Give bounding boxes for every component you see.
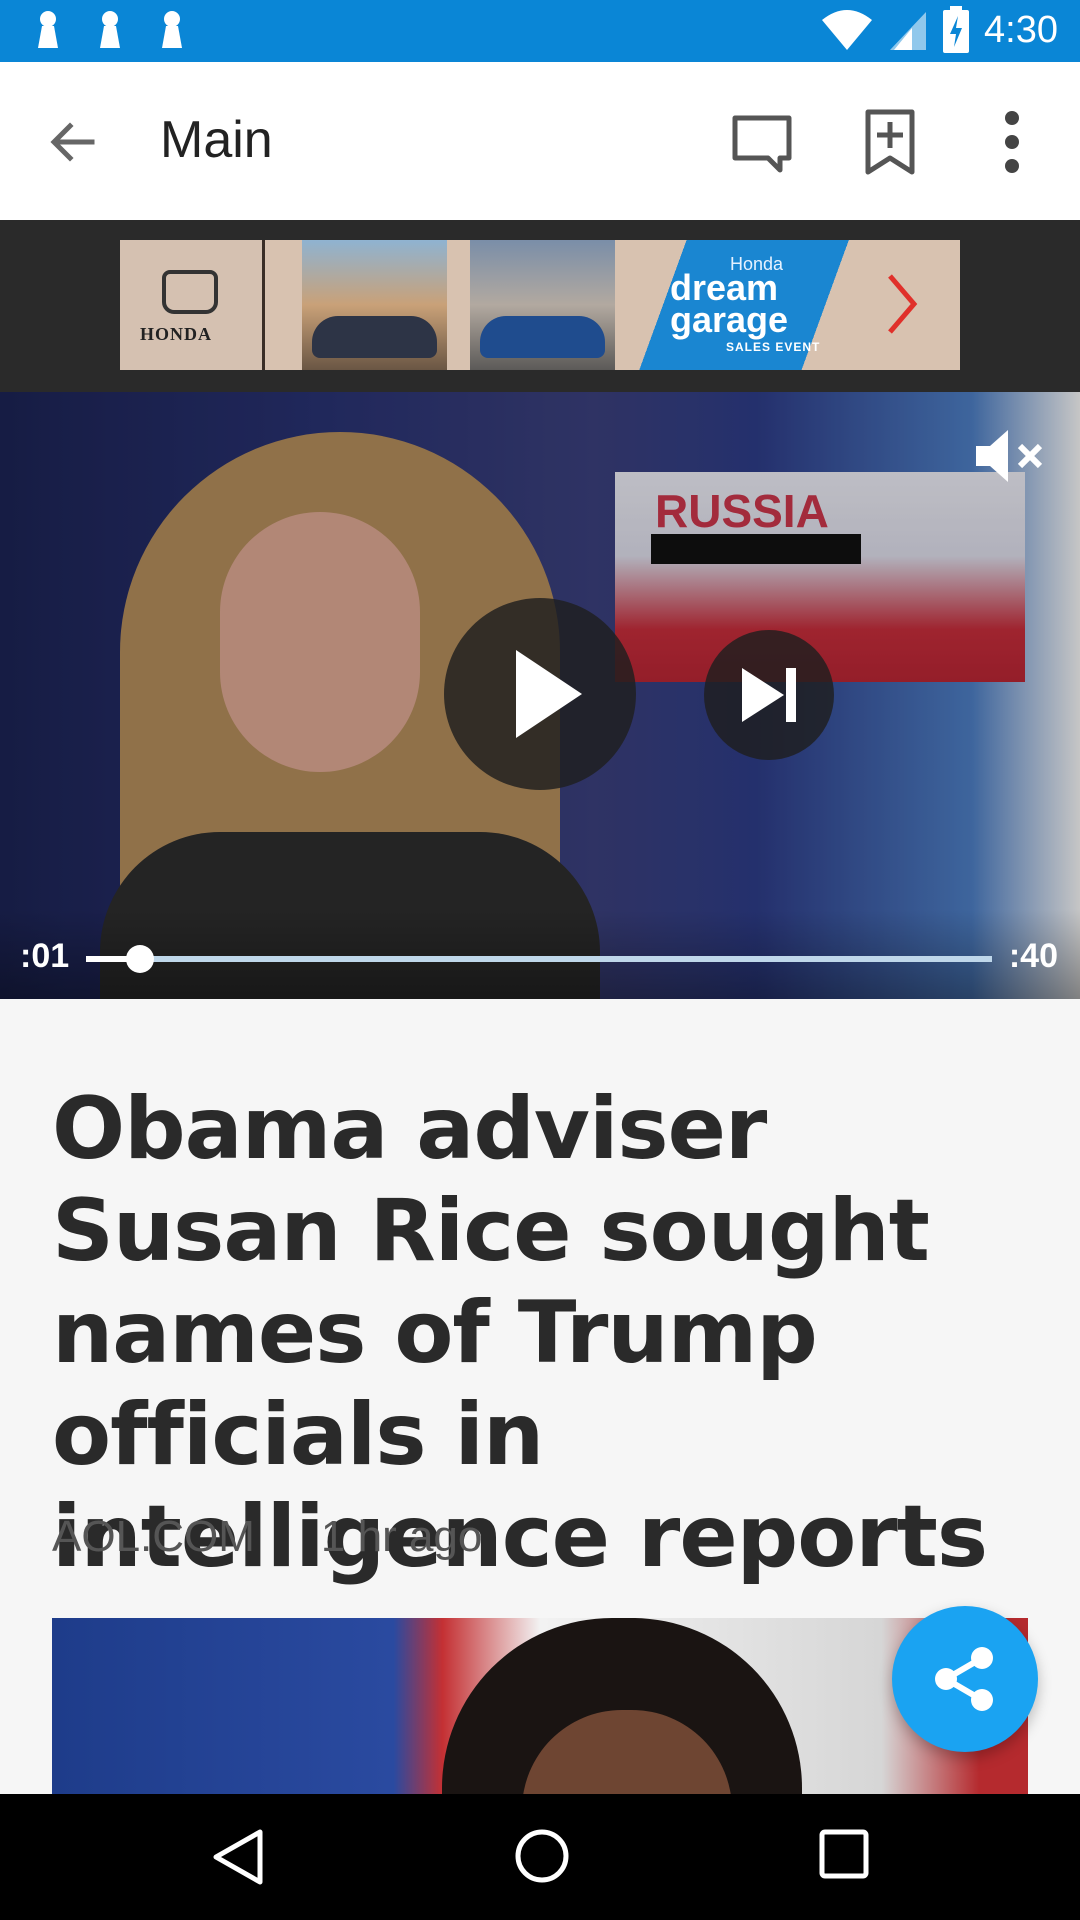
video-controls-gradient bbox=[0, 909, 1080, 999]
wifi-icon bbox=[822, 10, 873, 50]
ad-car-image bbox=[302, 240, 447, 370]
notification-icons bbox=[30, 10, 190, 52]
ad-headline-line: garage bbox=[670, 299, 789, 340]
honda-logo: HONDA bbox=[120, 240, 265, 370]
article-source[interactable]: AOL.COM bbox=[52, 1512, 255, 1562]
video-time-total: :40 bbox=[1008, 937, 1058, 975]
ad-event: SALES EVENT bbox=[726, 340, 821, 354]
skip-next-icon-bar bbox=[786, 668, 796, 722]
battery-charging-icon bbox=[943, 6, 970, 53]
comment-icon[interactable] bbox=[730, 112, 794, 176]
ad-banner[interactable]: HONDA Honda dream garage SALES EVENT bbox=[120, 240, 960, 370]
ad-dream-garage: Honda dream garage SALES EVENT bbox=[630, 240, 960, 370]
app-bar: Main bbox=[0, 62, 1080, 220]
article-time: 1 hr ago bbox=[320, 1512, 483, 1561]
video-time-current: :01 bbox=[20, 937, 70, 975]
nav-recents-icon[interactable] bbox=[818, 1828, 870, 1880]
video-seek-bar[interactable] bbox=[86, 945, 992, 973]
ad-car-image bbox=[470, 240, 615, 370]
notification-icon bbox=[162, 11, 182, 48]
skip-next-icon bbox=[742, 668, 784, 722]
share-icon bbox=[935, 1647, 993, 1711]
nav-home-icon[interactable] bbox=[514, 1828, 570, 1884]
system-nav-bar bbox=[0, 1794, 1080, 1920]
video-player[interactable]: RUSSIA :01 :40 bbox=[0, 392, 1080, 999]
play-icon bbox=[516, 650, 582, 738]
back-arrow-icon[interactable] bbox=[44, 114, 100, 170]
article-meta: AOL.COM 1 hr ago bbox=[52, 1512, 482, 1562]
page-title: Main bbox=[160, 111, 273, 169]
share-button[interactable] bbox=[892, 1606, 1038, 1752]
cell-signal-icon bbox=[890, 12, 927, 50]
ad-area: HONDA Honda dream garage SALES EVENT bbox=[0, 220, 1080, 392]
nav-back-icon[interactable] bbox=[210, 1828, 266, 1886]
notification-icon bbox=[38, 11, 58, 48]
more-vert-icon[interactable] bbox=[996, 110, 1028, 174]
skip-next-button[interactable] bbox=[704, 630, 834, 760]
article-image[interactable] bbox=[52, 1618, 1028, 1794]
status-icons: 4:30 bbox=[820, 6, 1058, 54]
ad-brand: HONDA bbox=[140, 324, 212, 344]
bookmark-add-icon[interactable] bbox=[862, 108, 918, 176]
chevron-right-icon bbox=[888, 274, 918, 334]
notification-icon bbox=[100, 11, 120, 48]
ad-headline-big: dream garage bbox=[670, 270, 789, 340]
status-bar: 4:30 bbox=[0, 0, 1080, 62]
status-time: 4:30 bbox=[984, 8, 1058, 51]
volume-muted-icon[interactable] bbox=[972, 428, 1048, 484]
play-button[interactable] bbox=[444, 598, 636, 790]
